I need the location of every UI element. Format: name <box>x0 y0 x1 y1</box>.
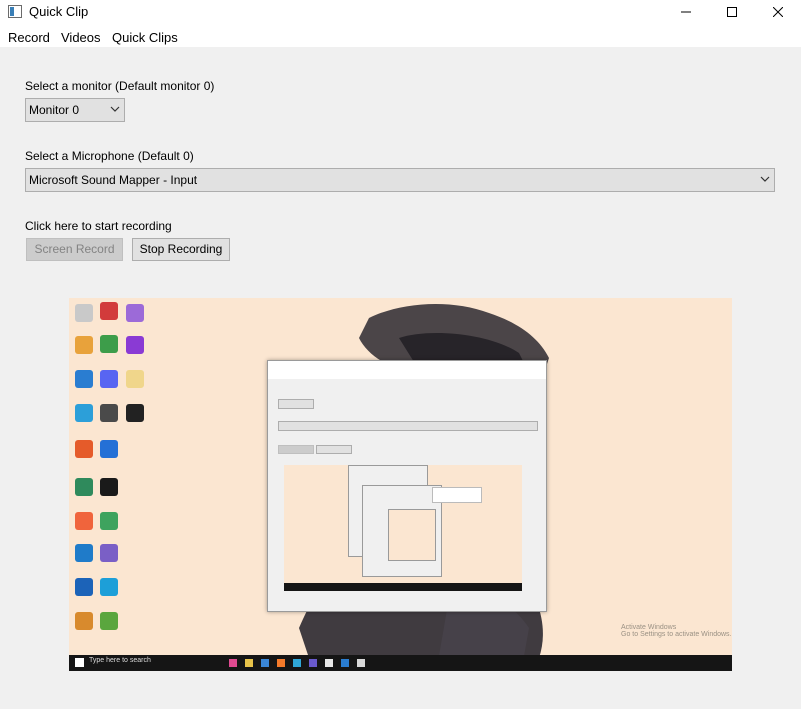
app-icon <box>8 5 22 18</box>
minimize-button[interactable] <box>663 0 709 24</box>
microphone-label: Select a Microphone (Default 0) <box>25 149 194 163</box>
chevron-down-icon <box>110 106 120 112</box>
maximize-button[interactable] <box>709 0 755 24</box>
microphone-select-value: Microsoft Sound Mapper - Input <box>29 173 198 187</box>
menu-quick-clips[interactable]: Quick Clips <box>112 30 178 45</box>
monitor-select[interactable]: Monitor 0 <box>25 98 125 122</box>
microphone-select[interactable]: Microsoft Sound Mapper - Input <box>25 168 775 192</box>
close-button[interactable] <box>755 0 801 24</box>
watermark-line2: Go to Settings to activate Windows. <box>621 631 732 638</box>
maximize-icon <box>727 7 737 17</box>
close-icon <box>773 7 783 17</box>
menu-record[interactable]: Record <box>8 30 50 45</box>
taskbar-search: Type here to search <box>89 657 151 664</box>
record-instructions: Click here to start recording <box>25 219 172 233</box>
activation-watermark: Activate Windows Go to Settings to activ… <box>621 624 732 638</box>
menu-videos[interactable]: Videos <box>61 30 101 45</box>
monitor-select-value: Monitor 0 <box>29 103 80 117</box>
stop-recording-button[interactable]: Stop Recording <box>132 238 230 261</box>
window-title: Quick Clip <box>29 4 89 19</box>
screen-record-button[interactable]: Screen Record <box>26 238 123 261</box>
nested-app-window <box>267 360 547 612</box>
menu-bar: Record Videos Quick Clips <box>0 24 801 47</box>
chevron-down-icon <box>760 176 770 182</box>
windows-start-icon <box>75 658 84 667</box>
screen-preview: Activate Windows Go to Settings to activ… <box>69 298 732 671</box>
preview-taskbar: Type here to search <box>69 655 732 671</box>
minimize-icon <box>681 11 691 13</box>
monitor-label: Select a monitor (Default monitor 0) <box>25 79 215 93</box>
title-bar: Quick Clip <box>0 0 801 24</box>
watermark-line1: Activate Windows <box>621 624 677 631</box>
